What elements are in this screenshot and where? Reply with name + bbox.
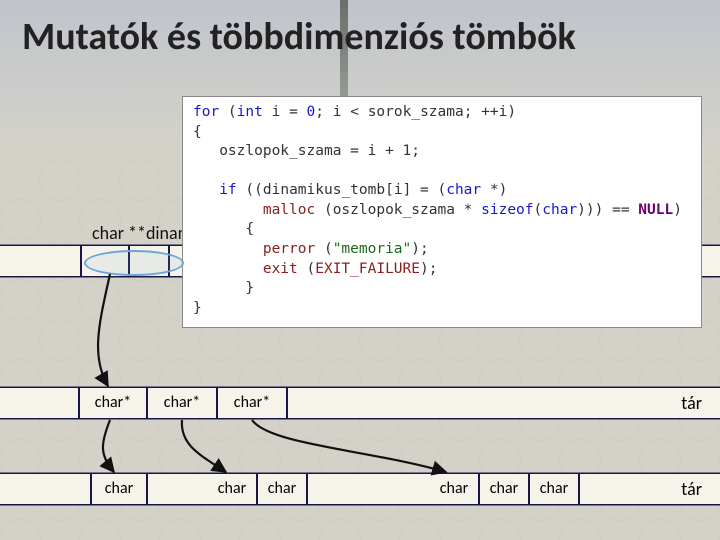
heap-label-1: tár xyxy=(681,388,702,418)
cell-char-0: char xyxy=(90,474,148,504)
cell-char-5: char xyxy=(430,474,480,504)
cell-charptr-1: char* xyxy=(148,388,218,418)
code-block: for (int i = 0; i < sorok_szama; ++i) { … xyxy=(182,96,702,328)
memory-strip-charptr: char* char* char* tár xyxy=(0,388,720,418)
cell-char-6: char xyxy=(480,474,530,504)
memory-strip-char: char char char char char char tár xyxy=(0,474,720,504)
heap-label-2: tár xyxy=(681,474,702,504)
cell-charptr-0: char* xyxy=(78,388,148,418)
cell-char-2: char xyxy=(208,474,258,504)
page-title: Mutatók és többdimenziós tömbök xyxy=(0,0,720,60)
var-label: char **dinam xyxy=(92,222,192,244)
cell-char-3: char xyxy=(258,474,308,504)
highlight-ellipse xyxy=(84,250,184,276)
cell-char-7: char xyxy=(530,474,580,504)
cell-charptr-2: char* xyxy=(218,388,288,418)
